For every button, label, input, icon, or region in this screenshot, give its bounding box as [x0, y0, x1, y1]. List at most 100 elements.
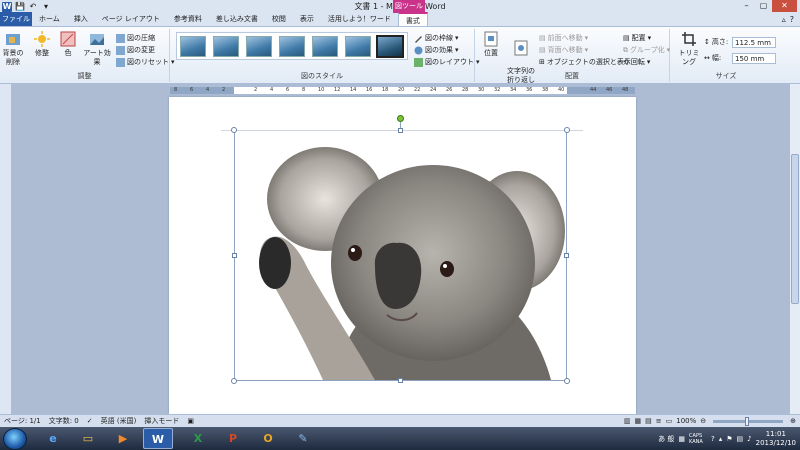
selection-pane-button[interactable]: ⊞ オブジェクトの選択と表示 [539, 57, 631, 67]
outlook-icon[interactable]: O [253, 428, 283, 449]
tray-expand-icon[interactable]: ▴ [719, 435, 723, 443]
width-input[interactable]: 150 mm [732, 53, 776, 64]
tab-mailings[interactable]: 差し込み文書 [209, 12, 265, 26]
resize-handle-sw[interactable] [231, 378, 237, 384]
zoom-out-icon[interactable]: ⊖ [700, 415, 706, 427]
corrections-button[interactable]: 修整 [32, 31, 52, 58]
powerpoint-icon[interactable]: P [218, 428, 248, 449]
resize-handle-se[interactable] [564, 378, 570, 384]
rotate-button[interactable]: ⟲ 回転 ▾ [623, 57, 650, 67]
tab-file[interactable]: ファイル [0, 12, 32, 26]
style-thumb[interactable] [279, 36, 305, 57]
style-thumb[interactable] [246, 36, 272, 57]
chevron-down-icon: ▾ [647, 34, 652, 42]
explorer-icon[interactable]: ▭ [73, 428, 103, 449]
bring-forward-button[interactable]: ▤ 前面へ移動 ▾ [539, 33, 588, 43]
macro-icon[interactable]: ▣ [187, 415, 194, 427]
ribbon-minimize-icon[interactable]: ▵ [782, 15, 786, 24]
zoom-level[interactable]: 100% [676, 415, 696, 427]
align-button[interactable]: ▤ 配置 ▾ [623, 33, 651, 43]
style-thumb[interactable] [345, 36, 371, 57]
resize-handle-s[interactable] [398, 378, 403, 383]
clock[interactable]: 11:01 2013/12/10 [756, 430, 796, 448]
windows-taskbar: e ▭ ▶ W X P O ✎ あ 般 ▦ CAPS KANA ? ▴ ⚑ ▤ … [0, 427, 800, 450]
ime-help-icon[interactable]: ? [711, 435, 715, 443]
height-input[interactable]: 112.5 mm [732, 37, 776, 48]
draft-icon[interactable]: ▭ [666, 415, 673, 427]
ruler-tick-label: 12 [334, 87, 341, 93]
style-thumb[interactable] [312, 36, 338, 57]
selected-picture[interactable] [221, 115, 583, 384]
full-screen-icon[interactable]: ▦ [634, 415, 641, 427]
close-button[interactable]: ✕ [772, 0, 797, 12]
tab-references[interactable]: 参考資料 [167, 12, 209, 26]
language[interactable]: 英語 (米国) [101, 415, 137, 427]
ruler-tick-label: 46 [606, 87, 613, 93]
reset-picture-button[interactable]: 図のリセット ▾ [116, 57, 175, 67]
zoom-in-icon[interactable]: ⊕ [790, 415, 796, 427]
caps-kana-indicator: CAPS KANA [689, 432, 703, 445]
minimize-button[interactable]: – [738, 0, 755, 12]
remove-background-label: 背景の削除 [2, 49, 24, 66]
clock-date: 2013/12/10 [755, 438, 796, 447]
color-button[interactable]: 色 [58, 31, 78, 58]
resize-handle-w[interactable] [232, 253, 237, 258]
tab-home[interactable]: ホーム [32, 12, 67, 26]
ruler-tick-label: 6 [286, 87, 290, 93]
vertical-scrollbar[interactable] [789, 84, 800, 414]
crop-button[interactable]: トリミング [676, 31, 702, 67]
media-player-icon[interactable]: ▶ [108, 428, 138, 449]
tab-format[interactable]: 書式 [397, 12, 428, 26]
zoom-slider[interactable] [713, 416, 784, 426]
resize-handle-e[interactable] [564, 253, 569, 258]
outline-icon[interactable]: ≡ [656, 415, 662, 427]
height-label: 高さ: [711, 38, 729, 46]
tab-page-layout[interactable]: ページ レイアウト [95, 12, 167, 26]
insert-mode[interactable]: 挿入モード [144, 415, 179, 427]
network-icon[interactable]: ▤ [737, 435, 744, 443]
picture-layout-button[interactable]: 図のレイアウト ▾ [414, 57, 480, 67]
selection-pane-icon: ⊞ [539, 58, 545, 66]
scrollbar-thumb[interactable] [791, 154, 799, 304]
page-count[interactable]: ページ: 1/1 [4, 415, 41, 427]
compress-pictures-button[interactable]: 図の圧縮 [116, 33, 155, 43]
zoom-slider-knob[interactable] [745, 416, 750, 426]
internet-explorer-icon[interactable]: e [38, 428, 68, 449]
start-button[interactable] [3, 428, 27, 450]
tab-insert[interactable]: 挿入 [67, 12, 95, 26]
artistic-effects-button[interactable]: アート効果 [82, 31, 112, 67]
group-button[interactable]: ⧉ グループ化 ▾ [623, 45, 670, 55]
word-taskbar-icon[interactable]: W [143, 428, 173, 449]
position-button[interactable]: 位置 [479, 31, 503, 58]
paint-icon[interactable]: ✎ [288, 428, 318, 449]
style-thumb[interactable] [180, 36, 206, 57]
picture-effects-label: 図の効果 [425, 46, 453, 54]
tab-review[interactable]: 校閲 [265, 12, 293, 26]
excel-icon[interactable]: X [183, 428, 213, 449]
resize-handle-nw[interactable] [231, 127, 237, 133]
chevron-down-icon: ▾ [455, 46, 459, 54]
flag-icon[interactable]: ⚑ [726, 435, 732, 443]
tab-view[interactable]: 表示 [293, 12, 321, 26]
tab-addin[interactable]: 活用しよう！ワード [321, 12, 398, 26]
send-backward-button[interactable]: ▤ 背面へ移動 ▾ [539, 45, 588, 55]
change-picture-button[interactable]: 図の変更 [116, 45, 155, 55]
word-count[interactable]: 文字数: 0 [49, 415, 79, 427]
proofing-icon[interactable]: ✓ [87, 415, 93, 427]
rotation-handle[interactable] [397, 115, 404, 122]
style-thumb[interactable] [213, 36, 239, 57]
remove-background-button[interactable]: 背景の削除 [2, 31, 24, 67]
resize-handle-ne[interactable] [564, 127, 570, 133]
resize-handle-n[interactable] [398, 128, 403, 133]
web-layout-icon[interactable]: ▤ [645, 415, 652, 427]
print-layout-icon[interactable]: ▥ [624, 415, 631, 427]
restore-button[interactable]: ▢ [755, 0, 772, 12]
ime-indicator[interactable]: あ 般 [658, 434, 674, 444]
ime-toolbar-icon[interactable]: ▦ [678, 435, 685, 443]
help-icon[interactable]: ? [790, 15, 794, 24]
volume-icon[interactable]: ♪ [747, 435, 751, 443]
picture-border-button[interactable]: 図の枠線 ▾ [414, 33, 459, 43]
style-thumb-selected[interactable] [376, 35, 404, 58]
picture-effects-button[interactable]: 図の効果 ▾ [414, 45, 459, 55]
document-page[interactable] [169, 97, 636, 414]
